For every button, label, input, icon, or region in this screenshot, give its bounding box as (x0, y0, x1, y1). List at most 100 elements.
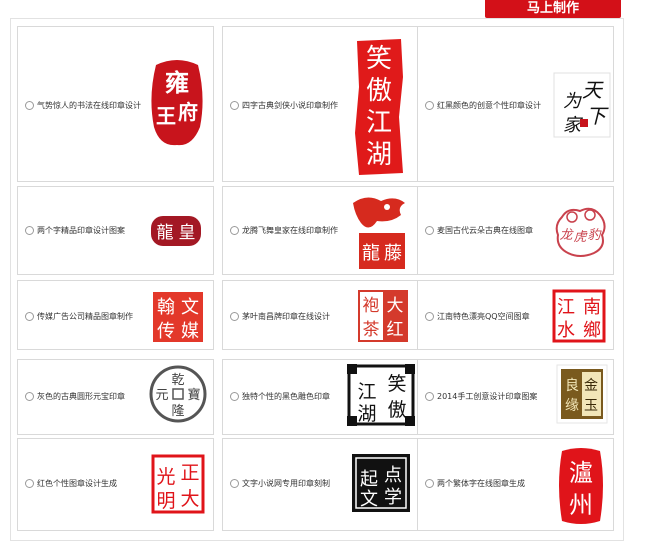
design-radio[interactable] (425, 101, 434, 110)
seal-image: 金 玉 良 缘 (556, 364, 608, 424)
seal-image: 笑 傲 江 湖 (347, 364, 415, 426)
design-card[interactable]: 传媒广告公司精品图章制作 翰 文 传 媒 (17, 280, 214, 350)
design-radio[interactable] (230, 392, 239, 401)
design-card[interactable]: 气势惊人的书法在线印章设计 雍 府 王 (17, 26, 214, 182)
design-radio[interactable] (230, 312, 239, 321)
design-card[interactable]: 灰色的古典圆形元宝印章 乾 隆 元 寶 (17, 359, 214, 435)
design-card[interactable]: 四字古典剑侠小说印章制作 笑 傲 江 湖 (222, 26, 419, 182)
design-radio[interactable] (230, 479, 239, 488)
seal-char: 元 (155, 388, 168, 403)
design-card[interactable]: 茅叶南昌牌印章在线设计 大 红 袍 茶 (222, 280, 419, 350)
seal-char: 瀘 (569, 459, 593, 487)
seal-char: 下 (586, 104, 609, 128)
seal-image: 瀘 州 (556, 445, 606, 527)
design-label: 四字古典剑侠小说印章制作 (242, 101, 338, 110)
seal-char: 皇 (179, 223, 196, 243)
design-label: 两个字精品印章设计图案 (37, 226, 125, 235)
design-label: 红黑颜色的创意个性印章设计 (437, 101, 541, 110)
seal-char: 江 (366, 108, 392, 138)
seal-char: 文 (181, 297, 199, 318)
seal-char: 江 (557, 297, 575, 318)
seal-char: 笑 (387, 373, 406, 395)
design-card[interactable]: 江南特色漂亮QQ空间图章 江 南 水 鄉 (417, 280, 614, 350)
design-card[interactable]: 两个繁体字在线图章生成 瀘 州 (417, 438, 614, 531)
seal-char: 缘 (565, 398, 579, 414)
design-card[interactable]: 2014手工创意设计印章图案 金 玉 良 缘 (417, 359, 614, 435)
seal-char: 龍 (157, 223, 174, 243)
design-label: 文字小说网专用印章刻制 (242, 479, 330, 488)
design-card[interactable]: 麦国古代云朵古典在线图章 龙 虎 豹 (417, 186, 614, 275)
design-card[interactable]: 文字小说网专用印章刻制 点 学 起 文 (222, 438, 419, 531)
seal-char: 府 (178, 100, 198, 124)
design-radio[interactable] (425, 392, 434, 401)
seal-char: 寶 (187, 387, 200, 403)
design-radio[interactable] (230, 101, 239, 110)
design-card[interactable]: 红色个性图章设计生成 正 大 光 明 (17, 438, 214, 531)
seal-char: 王 (156, 104, 176, 128)
seal-image: 江 南 水 鄉 (552, 289, 606, 343)
design-radio[interactable] (25, 101, 34, 110)
design-card[interactable]: 两个字精品印章设计图案 龍 皇 (17, 186, 214, 275)
seal-char: 天 (582, 78, 604, 102)
design-card[interactable]: 独特个性的黑色雕色印章 笑 傲 江 湖 (222, 359, 419, 435)
design-radio[interactable] (230, 226, 239, 235)
seal-char: 藤 (384, 243, 402, 264)
seal-char: 虎 (573, 230, 588, 245)
seal-char: 文 (360, 489, 378, 510)
seal-char: 大 (180, 488, 199, 510)
design-label: 2014手工创意设计印章图案 (437, 392, 538, 401)
seal-image: 雍 府 王 (148, 57, 206, 149)
seal-image: 龙 虎 豹 (552, 203, 608, 259)
design-label: 两个繁体字在线图章生成 (437, 479, 525, 488)
seal-char: 龍 (362, 243, 380, 264)
seal-image: 正 大 光 明 (150, 453, 206, 515)
design-label: 灰色的古典圆形元宝印章 (37, 392, 125, 401)
seal-char: 隆 (171, 404, 184, 419)
design-card[interactable]: 龙腾飞舞皇家在线印章制作 龍 藤 (222, 186, 419, 275)
design-radio[interactable] (425, 312, 434, 321)
seal-char: 袍 (363, 296, 380, 316)
design-radio[interactable] (25, 392, 34, 401)
make-now-button[interactable]: 马上制作 (485, 0, 621, 18)
seal-char: 良 (565, 378, 579, 394)
design-radio[interactable] (25, 479, 34, 488)
design-radio[interactable] (25, 312, 34, 321)
seal-char: 学 (384, 487, 402, 508)
seal-char: 红 (387, 320, 404, 340)
seal-char: 龙 (559, 228, 574, 243)
seal-char: 玉 (584, 398, 598, 414)
seal-char: 光 (156, 466, 175, 488)
seal-char: 金 (584, 378, 598, 394)
design-radio[interactable] (425, 479, 434, 488)
design-label: 气势惊人的书法在线印章设计 (37, 101, 141, 110)
design-label: 红色个性图章设计生成 (37, 479, 117, 488)
seal-image: 笑 傲 江 湖 (353, 37, 405, 177)
seal-char: 雍 (165, 68, 189, 97)
seal-char: 媒 (181, 321, 199, 342)
seal-char: 水 (557, 320, 575, 341)
design-card[interactable]: 红黑颜色的创意个性印章设计 天 下 为 家 (417, 26, 614, 182)
seal-char: 翰 (157, 297, 175, 318)
seal-char: 傲 (387, 399, 406, 421)
seal-image: 翰 文 传 媒 (152, 291, 204, 343)
design-label: 江南特色漂亮QQ空间图章 (437, 312, 530, 321)
seal-char: 大 (387, 296, 404, 316)
seal-char: 南 (583, 297, 601, 318)
design-radio[interactable] (25, 226, 34, 235)
seal-char: 点 (384, 465, 402, 486)
seal-image: 点 学 起 文 (351, 453, 411, 513)
seal-image: 龍 藤 (347, 193, 411, 273)
seal-char: 为 (563, 91, 582, 112)
seal-image: 天 下 为 家 (552, 71, 612, 139)
seal-gallery: 气势惊人的书法在线印章设计 雍 府 王 四字古典剑侠小说印章制作 笑 傲 江 湖… (10, 18, 624, 541)
seal-char: 起 (360, 469, 378, 490)
design-label: 传媒广告公司精品图章制作 (37, 312, 133, 321)
design-label: 麦国古代云朵古典在线图章 (437, 226, 533, 235)
seal-char: 明 (156, 490, 175, 512)
seal-char: 茶 (363, 320, 380, 340)
seal-char: 乾 (171, 373, 184, 388)
design-label: 独特个性的黑色雕色印章 (242, 392, 330, 401)
seal-char: 江 (357, 381, 376, 403)
design-radio[interactable] (425, 226, 434, 235)
seal-char: 湖 (366, 140, 392, 170)
